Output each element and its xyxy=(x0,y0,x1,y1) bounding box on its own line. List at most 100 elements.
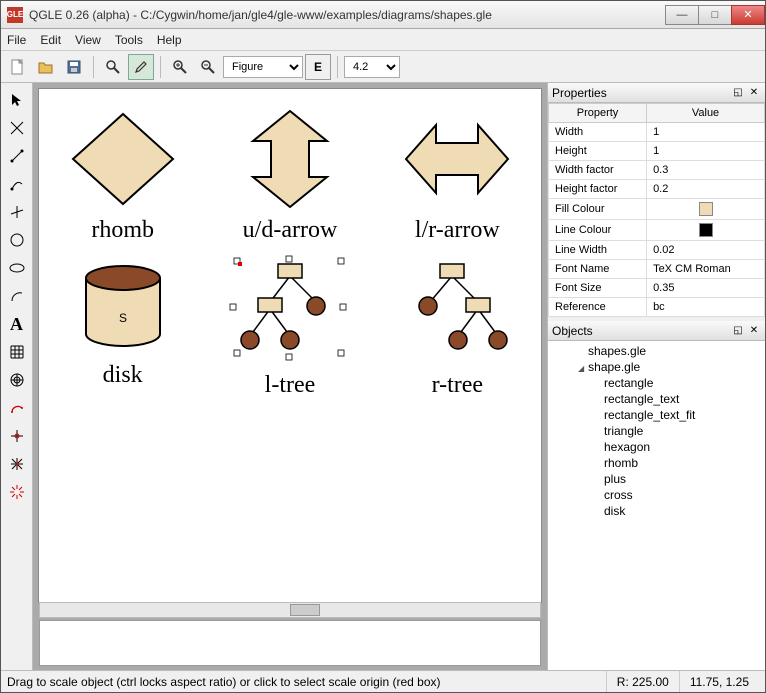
properties-title: Properties xyxy=(552,86,607,100)
property-value[interactable] xyxy=(647,199,765,220)
svg-text:S: S xyxy=(119,311,127,325)
label-disk: disk xyxy=(103,362,143,389)
property-name: Line Width xyxy=(549,241,647,260)
toolbar: Figure E 4.2 xyxy=(1,51,765,83)
object-item[interactable]: hexagon xyxy=(548,439,765,455)
open-file-button[interactable] xyxy=(33,54,59,80)
minimize-button[interactable]: — xyxy=(665,5,699,25)
menu-help[interactable]: Help xyxy=(157,33,182,47)
titlebar: GLE QGLE 0.26 (alpha) - C:/Cygwin/home/j… xyxy=(1,1,765,29)
property-value[interactable]: 1 xyxy=(647,123,765,142)
separator xyxy=(337,56,338,78)
object-item[interactable]: shapes.gle xyxy=(548,343,765,359)
figure-select[interactable]: Figure xyxy=(223,56,303,78)
save-file-button[interactable] xyxy=(61,54,87,80)
property-name: Reference xyxy=(549,298,647,317)
circle-tool[interactable] xyxy=(4,227,30,253)
close-panel-icon[interactable]: ✕ xyxy=(747,324,761,338)
e-button[interactable]: E xyxy=(305,54,331,80)
status-hint: Drag to scale object (ctrl locks aspect … xyxy=(7,675,441,689)
property-name: Height factor xyxy=(549,180,647,199)
close-button[interactable]: ✕ xyxy=(731,5,765,25)
perp-tool[interactable] xyxy=(4,199,30,225)
label-rtree: r-tree xyxy=(432,372,483,399)
menu-view[interactable]: View xyxy=(75,33,101,47)
object-item[interactable]: shape.gle xyxy=(548,359,765,375)
property-value[interactable]: 0.35 xyxy=(647,279,765,298)
property-name: Width factor xyxy=(549,161,647,180)
zoom-tool-button[interactable] xyxy=(100,54,126,80)
shape-udarrow[interactable] xyxy=(235,109,345,209)
property-value[interactable]: 1 xyxy=(647,142,765,161)
menu-file[interactable]: File xyxy=(7,33,26,47)
horizontal-scrollbar[interactable] xyxy=(39,602,541,618)
console-panel[interactable] xyxy=(39,620,541,666)
property-value[interactable]: TeX CM Roman xyxy=(647,260,765,279)
zoom-out-button[interactable] xyxy=(195,54,221,80)
text-tool[interactable]: A xyxy=(4,311,30,337)
label-udarrow: u/d-arrow xyxy=(243,217,338,244)
property-value[interactable]: 0.02 xyxy=(647,241,765,260)
grid-tool[interactable] xyxy=(4,339,30,365)
property-name: Font Name xyxy=(549,260,647,279)
property-value[interactable]: 0.2 xyxy=(647,180,765,199)
shape-disk[interactable]: S xyxy=(68,254,178,354)
property-name: Line Colour xyxy=(549,220,647,241)
property-value[interactable] xyxy=(647,220,765,241)
shape-rtree[interactable] xyxy=(392,254,522,364)
close-panel-icon[interactable]: ✕ xyxy=(747,86,761,100)
label-rhomb: rhomb xyxy=(91,217,154,244)
object-item[interactable]: disk xyxy=(548,503,765,519)
ellipse-tool[interactable] xyxy=(4,255,30,281)
col-value: Value xyxy=(647,104,765,123)
new-file-button[interactable] xyxy=(5,54,31,80)
maximize-button[interactable]: □ xyxy=(698,5,732,25)
polar-grid-tool[interactable] xyxy=(4,367,30,393)
separator xyxy=(160,56,161,78)
canvas[interactable]: rhomb u/d-arrow l/r-arrow S xyxy=(39,89,541,602)
edit-tool-button[interactable] xyxy=(128,54,154,80)
zoom-in-button[interactable] xyxy=(167,54,193,80)
object-item[interactable]: triangle xyxy=(548,423,765,439)
menubar: File Edit View Tools Help xyxy=(1,29,765,51)
object-item[interactable]: rectangle_text xyxy=(548,391,765,407)
object-item[interactable]: rhomb xyxy=(548,455,765,471)
snap-burst-tool[interactable] xyxy=(4,479,30,505)
objects-title: Objects xyxy=(552,324,593,338)
object-item[interactable]: plus xyxy=(548,471,765,487)
app-icon: GLE xyxy=(7,7,23,23)
properties-table: Property Value Width1Height1Width factor… xyxy=(548,103,765,317)
col-property: Property xyxy=(549,104,647,123)
object-item[interactable]: rectangle_text_fit xyxy=(548,407,765,423)
object-item[interactable]: cross xyxy=(548,487,765,503)
status-r: R: 225.00 xyxy=(606,671,679,692)
property-name: Width xyxy=(549,123,647,142)
snap-mid-tool[interactable] xyxy=(4,423,30,449)
objects-list[interactable]: shapes.gleshape.glerectanglerectangle_te… xyxy=(548,341,765,670)
cross-tool[interactable] xyxy=(4,115,30,141)
separator xyxy=(93,56,94,78)
objects-header: Objects ◱ ✕ xyxy=(548,321,765,341)
zoom-level-select[interactable]: 4.2 xyxy=(344,56,400,78)
undock-icon[interactable]: ◱ xyxy=(731,324,745,338)
shape-ltree[interactable] xyxy=(220,254,360,364)
snap-star-tool[interactable] xyxy=(4,451,30,477)
menu-edit[interactable]: Edit xyxy=(40,33,61,47)
property-value[interactable]: bc xyxy=(647,298,765,317)
object-item[interactable]: rectangle xyxy=(548,375,765,391)
snap-arc-tool[interactable] xyxy=(4,395,30,421)
statusbar: Drag to scale object (ctrl locks aspect … xyxy=(1,670,765,692)
property-name: Height xyxy=(549,142,647,161)
menu-tools[interactable]: Tools xyxy=(115,33,143,47)
shape-lrarrow[interactable] xyxy=(402,109,512,209)
line-tool[interactable] xyxy=(4,143,30,169)
tangent-tool[interactable] xyxy=(4,171,30,197)
property-name: Fill Colour xyxy=(549,199,647,220)
pointer-tool[interactable] xyxy=(4,87,30,113)
status-coords: 11.75, 1.25 xyxy=(679,671,759,692)
arc-tool[interactable] xyxy=(4,283,30,309)
undock-icon[interactable]: ◱ xyxy=(731,86,745,100)
tool-palette: A xyxy=(1,83,33,670)
shape-rhomb[interactable] xyxy=(68,109,178,209)
property-value[interactable]: 0.3 xyxy=(647,161,765,180)
